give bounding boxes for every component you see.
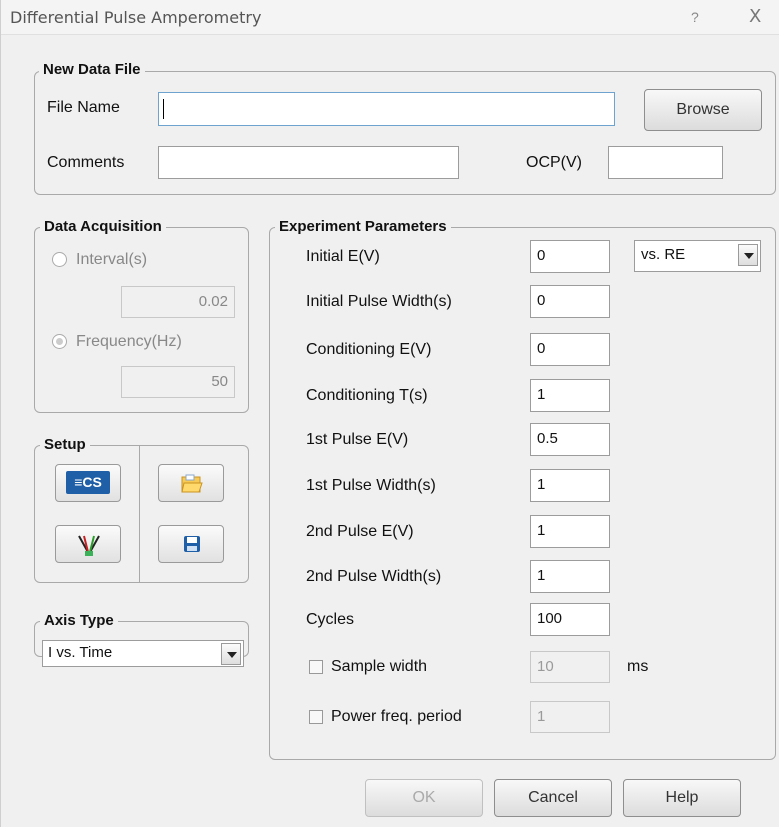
reference-select-value: vs. RE (641, 246, 686, 263)
close-icon[interactable]: X (749, 6, 761, 27)
ok-button[interactable]: OK (365, 779, 483, 817)
help-button[interactable]: Help (623, 779, 741, 817)
param-label-conditioning-e: Conditioning E(V) (306, 341, 432, 358)
data-acquisition-legend: Data Acquisition (40, 218, 166, 236)
new-data-file-legend: New Data File (39, 61, 145, 79)
param-label-conditioning-t: Conditioning T(s) (306, 387, 428, 404)
ocp-input[interactable] (608, 146, 723, 179)
save-button[interactable] (158, 525, 224, 563)
electrode-button[interactable] (55, 525, 121, 563)
open-folder-button[interactable] (158, 464, 224, 502)
dialog-window: Differential Pulse Amperometry ? X New D… (0, 0, 779, 827)
file-name-label: File Name (47, 99, 120, 116)
setup-legend: Setup (40, 436, 90, 454)
frequency-input[interactable]: 50 (121, 366, 235, 398)
title-bar: Differential Pulse Amperometry ? X (1, 0, 779, 35)
power-freq-input[interactable]: 1 (530, 701, 610, 733)
window-title: Differential Pulse Amperometry (10, 8, 262, 27)
axis-type-legend: Axis Type (40, 612, 118, 630)
param-input-first-pulse-e[interactable]: 0.5 (530, 423, 610, 456)
param-label-first-pulse-e: 1st Pulse E(V) (306, 431, 409, 448)
cancel-button[interactable]: Cancel (494, 779, 612, 817)
cs-button[interactable]: ≡CS (55, 464, 121, 502)
axis-type-select[interactable]: I vs. Time (42, 640, 244, 667)
text-caret (163, 99, 164, 119)
param-input-first-pulse-width[interactable]: 1 (530, 469, 610, 502)
electrode-icon (78, 535, 100, 557)
comments-label: Comments (47, 154, 125, 171)
ocp-label: OCP(V) (526, 154, 582, 171)
comments-input[interactable] (158, 146, 459, 179)
sample-width-checkbox[interactable] (309, 660, 323, 674)
param-input-conditioning-e[interactable]: 0 (530, 333, 610, 366)
param-input-second-pulse-width[interactable]: 1 (530, 560, 610, 593)
chevron-down-icon[interactable] (221, 643, 241, 665)
file-name-input[interactable] (158, 92, 615, 126)
open-folder-icon (181, 474, 203, 493)
browse-button[interactable]: Browse (644, 89, 762, 131)
setup-divider (139, 445, 140, 583)
power-freq-label: Power freq. period (331, 708, 462, 725)
param-label-second-pulse-width: 2nd Pulse Width(s) (306, 568, 442, 585)
param-label-first-pulse-width: 1st Pulse Width(s) (306, 477, 436, 494)
param-label-cycles: Cycles (306, 611, 355, 628)
param-label-second-pulse-e: 2nd Pulse E(V) (306, 523, 414, 540)
chevron-down-icon[interactable] (738, 244, 758, 266)
cs-icon: ≡CS (66, 471, 110, 494)
param-input-cycles[interactable]: 100 (530, 603, 610, 636)
interval-label: Interval(s) (76, 251, 148, 268)
interval-input[interactable]: 0.02 (121, 286, 235, 318)
help-icon[interactable]: ? (691, 9, 699, 25)
param-input-conditioning-t[interactable]: 1 (530, 379, 610, 412)
frequency-radio[interactable] (52, 334, 67, 349)
param-input-second-pulse-e[interactable]: 1 (530, 515, 610, 548)
sample-width-unit: ms (627, 658, 649, 675)
param-label-initial-pulse-width: Initial Pulse Width(s) (306, 293, 452, 310)
param-input-initial-pulse-width[interactable]: 0 (530, 285, 610, 318)
param-label-initial-e: Initial E(V) (306, 248, 380, 265)
param-input-initial-e[interactable]: 0 (530, 240, 610, 273)
frequency-label: Frequency(Hz) (76, 333, 182, 350)
power-freq-checkbox[interactable] (309, 710, 323, 724)
save-disk-icon (184, 536, 200, 552)
sample-width-label: Sample width (331, 658, 428, 675)
reference-select[interactable]: vs. RE (634, 240, 761, 272)
interval-radio[interactable] (52, 252, 67, 267)
experiment-parameters-legend: Experiment Parameters (275, 218, 451, 236)
sample-width-input[interactable]: 10 (530, 651, 610, 683)
axis-type-value: I vs. Time (48, 644, 113, 661)
